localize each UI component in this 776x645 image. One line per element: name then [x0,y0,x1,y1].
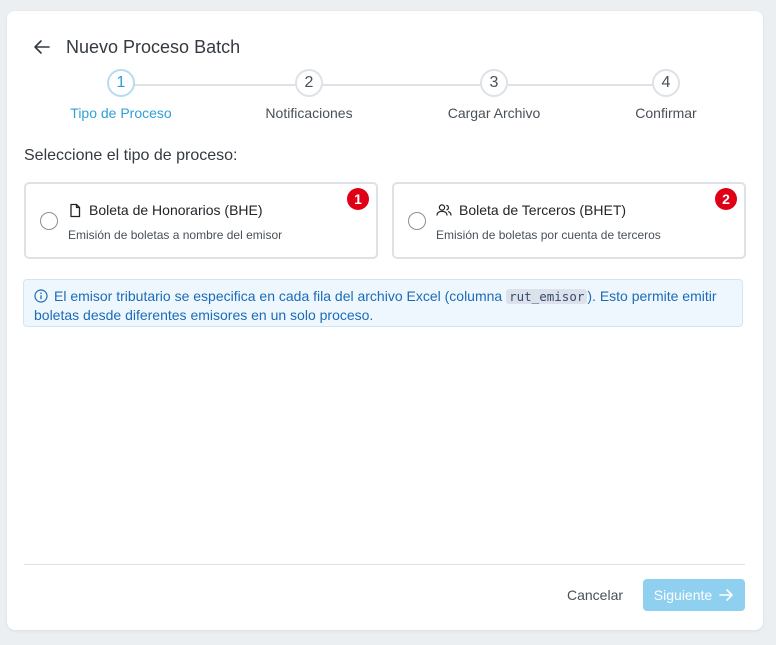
stepper: 1 Tipo de Proceso 2 Notificaciones 3 Car… [7,69,763,129]
info-circle-icon [34,289,48,303]
step-number: 1 [107,69,135,97]
step-label: Tipo de Proceso [70,105,172,121]
option-description: Emisión de boletas por cuenta de tercero… [436,228,661,242]
step-label: Notificaciones [265,105,353,121]
header: Nuevo Proceso Batch [31,35,240,59]
step-number: 2 [295,69,323,97]
info-text-before: El emisor tributario se especifica en ca… [54,288,507,304]
step-confirmar[interactable]: 4 Confirmar [586,69,746,121]
option-description: Emisión de boletas a nombre del emisor [68,228,283,242]
dialog-card: Nuevo Proceso Batch 1 Tipo de Proceso 2 … [7,11,763,630]
arrow-right-icon [719,589,733,601]
info-alert: El emisor tributario se especifica en ca… [23,279,743,327]
step-number: 4 [652,69,680,97]
cancel-button[interactable]: Cancelar [555,579,635,611]
back-button[interactable] [31,36,53,58]
footer-divider [24,564,745,565]
option-bhe[interactable]: Boleta de Honorarios (BHE) Emisión de bo… [24,182,378,259]
arrow-left-icon [34,40,50,54]
next-button[interactable]: Siguiente [643,579,745,611]
option-badge: 1 [347,188,369,210]
step-notificaciones[interactable]: 2 Notificaciones [229,69,389,121]
section-prompt: Seleccione el tipo de proceso: [24,147,238,164]
step-cargar-archivo[interactable]: 3 Cargar Archivo [414,69,574,121]
users-icon [436,204,452,216]
option-bhet[interactable]: Boleta de Terceros (BHET) Emisión de bol… [392,182,746,259]
radio-bhet[interactable] [408,212,426,230]
page-title: Nuevo Proceso Batch [66,36,241,57]
step-label: Cargar Archivo [447,105,541,121]
column-name-code: rut_emisor [506,289,588,304]
step-tipo-de-proceso[interactable]: 1 Tipo de Proceso [41,69,201,121]
option-title: Boleta de Honorarios (BHE) [89,202,263,218]
option-title: Boleta de Terceros (BHET) [459,202,627,218]
step-label: Confirmar [635,105,697,121]
step-number: 3 [480,69,508,97]
option-badge: 2 [715,188,737,210]
next-button-label: Siguiente [653,587,713,603]
file-icon [70,203,81,217]
radio-bhe[interactable] [40,212,58,230]
